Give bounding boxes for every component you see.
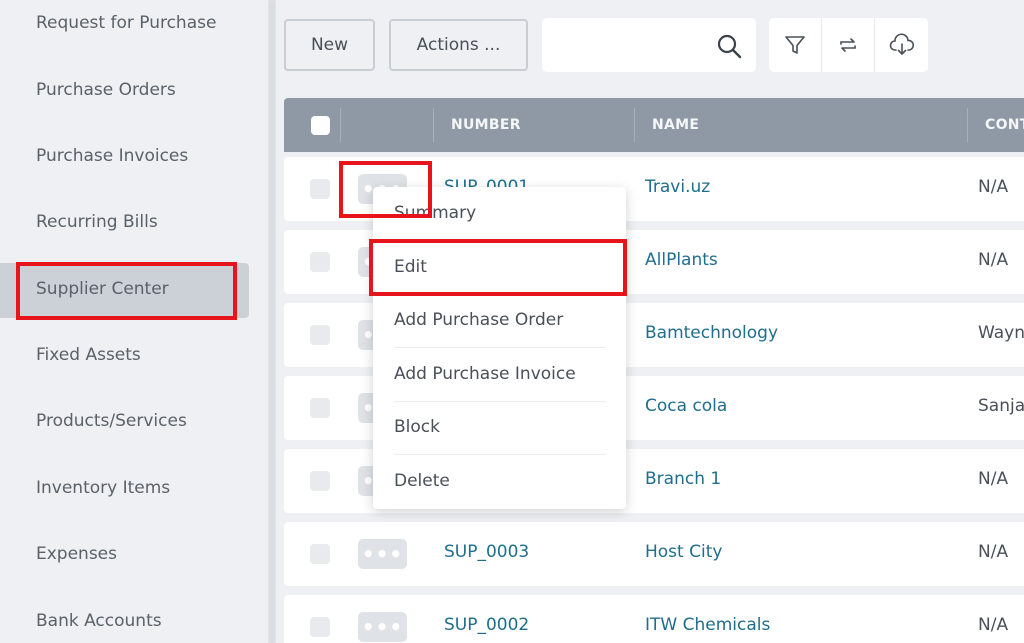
supplier-name-link[interactable]: Host City [645,542,722,562]
menu-item-add-purchase-invoice[interactable]: Add Purchase Invoice [394,364,576,384]
sidebar-item-bank-accounts[interactable]: Bank Accounts [36,611,162,631]
column-separator [433,108,434,142]
sidebar-item-purchase-orders[interactable]: Purchase Orders [36,80,176,100]
sync-icon [840,38,856,52]
menu-separator [394,401,606,402]
menu-item-add-purchase-order[interactable]: Add Purchase Order [394,310,563,330]
search-icon[interactable] [716,33,742,59]
supplier-contact: Sanja [978,396,1024,416]
row-checkbox[interactable] [310,544,330,564]
highlight-supplier-center [16,262,237,320]
supplier-name-link[interactable]: AllPlants [645,250,718,270]
row-checkbox[interactable] [310,398,330,418]
column-separator [340,108,341,142]
supplier-contact: N/A [978,469,1009,489]
row-checkbox[interactable] [310,325,330,345]
actions-button[interactable]: Actions ... [389,19,528,71]
sidebar-item-fixed-assets[interactable]: Fixed Assets [36,345,141,365]
column-separator [967,108,968,142]
row-checkbox[interactable] [310,617,330,637]
sidebar-scrollbar[interactable] [268,0,276,643]
column-separator [634,108,635,142]
row-context-menu: Summary Edit Add Purchase Order Add Purc… [373,187,626,509]
cloud-download-icon [889,33,914,55]
select-all-checkbox[interactable] [311,116,330,135]
table-header: NUMBER NAME CONT [284,98,1024,152]
sidebar-item-purchase-invoices[interactable]: Purchase Invoices [36,146,188,166]
column-header-name[interactable]: NAME [652,98,699,152]
table-row[interactable]: ••• SUP_0002 ITW Chemicals N/A [284,595,1024,643]
supplier-name-link[interactable]: Bamtechnology [645,323,778,343]
supplier-contact: N/A [978,177,1009,197]
new-button[interactable]: New [284,19,375,71]
column-header-contact[interactable]: CONT [985,98,1024,152]
column-header-number[interactable]: NUMBER [451,98,521,152]
row-actions-button[interactable]: ••• [358,539,407,569]
filter-button[interactable] [769,18,822,72]
search-input[interactable] [554,18,714,68]
menu-item-delete[interactable]: Delete [394,471,450,491]
menu-separator [394,454,606,455]
row-checkbox[interactable] [310,179,330,199]
sidebar-item-inventory-items[interactable]: Inventory Items [36,478,170,498]
row-actions-button[interactable]: ••• [358,612,407,642]
row-checkbox[interactable] [310,252,330,272]
sidebar-item-request-for-purchase[interactable]: Request for Purchase [36,13,216,33]
table-row[interactable]: ••• SUP_0003 Host City N/A [284,522,1024,586]
supplier-contact: N/A [978,615,1009,635]
supplier-name-link[interactable]: Coca cola [645,396,727,416]
supplier-name-link[interactable]: Branch 1 [645,469,721,489]
sidebar-item-products-services[interactable]: Products/Services [36,411,187,431]
supplier-number-link[interactable]: SUP_0002 [444,615,529,635]
sidebar-item-expenses[interactable]: Expenses [36,544,117,564]
highlight-row-actions [339,161,432,218]
search-box [542,18,756,72]
supplier-name-link[interactable]: ITW Chemicals [645,615,770,635]
menu-item-block[interactable]: Block [394,417,440,437]
supplier-name-link[interactable]: Travi.uz [645,177,710,197]
sync-button[interactable] [822,18,875,72]
supplier-number-link[interactable]: SUP_0003 [444,542,529,562]
supplier-contact: Wayn [978,323,1024,343]
filter-icon [785,36,805,54]
scrollbar-thumb[interactable] [269,0,275,643]
supplier-contact: N/A [978,250,1009,270]
highlight-edit-item [369,239,627,296]
supplier-contact: N/A [978,542,1009,562]
row-checkbox[interactable] [310,471,330,491]
menu-separator [394,347,606,348]
sidebar: Request for Purchase Purchase Orders Pur… [0,0,268,643]
toolbar-icon-group [769,18,928,72]
sidebar-item-recurring-bills[interactable]: Recurring Bills [36,212,158,232]
download-button[interactable] [875,18,928,72]
